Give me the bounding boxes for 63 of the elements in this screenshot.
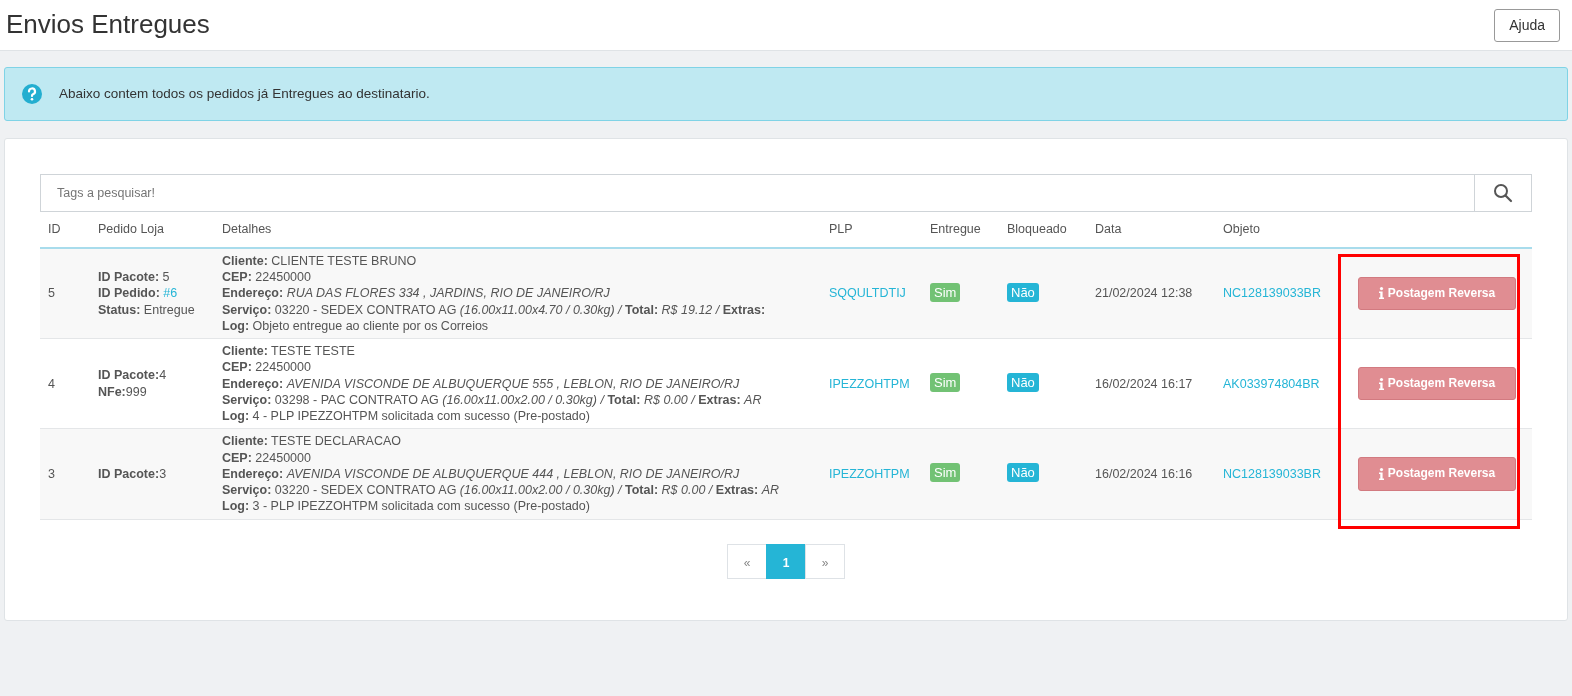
- page-link[interactable]: »: [805, 543, 845, 579]
- id-text: 3: [48, 466, 55, 481]
- date-text: 21/02/2024 12:38: [1095, 286, 1193, 301]
- detail-line: Endereço: RUA DAS FLORES 334 , JARDINS, RIO DE JANEIRO/RJ: [222, 285, 611, 302]
- info-icon: [1378, 287, 1384, 300]
- tracking-link[interactable]: NC128139033BR: [1223, 286, 1321, 301]
- column-header: Objeto: [1223, 222, 1260, 236]
- order-line: ID Pedido: #6: [98, 285, 179, 302]
- detail-line: Log: 4 - PLP IPEZZOHTPM solicitada com sucesso (Pre-postado): [222, 408, 591, 425]
- reverse-shipping-button[interactable]: Postagem Reversa: [1357, 366, 1517, 401]
- detail-line: Cliente: CLIENTE TESTE BRUNO: [222, 252, 418, 269]
- detail-line: Serviço: 03298 - PAC CONTRATO AG (16.00x11.00x2.00 / 0.30kg) / Total: R$ 0.00 / Extras: AR: [222, 391, 763, 408]
- order-line: NFe:999: [98, 383, 148, 400]
- column-header: Bloqueado: [1007, 222, 1067, 236]
- column-header: PLP: [829, 222, 853, 236]
- delivered-badge: Sim: [930, 373, 961, 393]
- detail-line: CEP: 22450000: [222, 449, 312, 466]
- column-header: Detalhes: [222, 222, 272, 236]
- reverse-shipping-button[interactable]: Postagem Reversa: [1357, 276, 1517, 311]
- plp-link[interactable]: IPEZZOHTPM: [829, 466, 910, 481]
- plp-link[interactable]: IPEZZOHTPM: [829, 376, 910, 391]
- detail-line: Log: Objeto entregue ao cliente por os Correios: [222, 317, 490, 334]
- date-text: 16/02/2024 16:17: [1095, 376, 1193, 391]
- question-icon: [21, 83, 43, 105]
- info-icon: [1378, 467, 1384, 480]
- info-icon: [1378, 377, 1384, 390]
- order-line: Status: Entregue: [98, 301, 196, 318]
- reverse-shipping-button[interactable]: Postagem Reversa: [1357, 457, 1517, 491]
- delivered-badge: Sim: [930, 282, 961, 302]
- order-line: ID Pacote:3: [98, 465, 168, 482]
- date-text: 16/02/2024 16:16: [1095, 466, 1193, 481]
- order-line: ID Pacote: 5: [98, 269, 171, 286]
- tracking-link[interactable]: AK033974804BR: [1223, 376, 1320, 391]
- detail-line: Serviço: 03220 - SEDEX CONTRATO AG (16.00x11.00x4.70 / 0.30kg) / Total: R$ 19.12 / Extras:: [222, 301, 767, 318]
- search-button[interactable]: [1475, 174, 1532, 212]
- info-message: Abaixo contem todos os pedidos já Entregues ao destinatario.: [59, 84, 430, 103]
- detail-line: Serviço: 03220 - SEDEX CONTRATO AG (16.00x11.00x2.00 / 0.30kg) / Total: R$ 0.00 / Extras: AR: [222, 482, 781, 499]
- column-header: Pedido Loja: [98, 222, 165, 236]
- detail-line: CEP: 22450000: [222, 269, 312, 286]
- order-line: ID Pacote:4: [98, 367, 168, 384]
- column-header: ID: [48, 222, 61, 236]
- page-title: Envios Entregues: [6, 9, 210, 41]
- search-icon: [1493, 183, 1513, 203]
- detail-line: CEP: 22450000: [222, 359, 312, 376]
- detail-line: Cliente: TESTE TESTE: [222, 343, 356, 360]
- id-text: 5: [48, 286, 55, 301]
- plp-link[interactable]: SQQULTDTIJ: [829, 286, 906, 301]
- detail-line: Endereço: AVENIDA VISCONDE DE ALBUQUERQUE 555 , LEBLON, RIO DE JANEIRO/RJ: [222, 375, 741, 392]
- detail-line: Endereço: AVENIDA VISCONDE DE ALBUQUERQUE 444 , LEBLON, RIO DE JANEIRO/RJ: [222, 465, 741, 482]
- page-link[interactable]: 1: [766, 543, 806, 579]
- blocked-badge: Não: [1007, 463, 1039, 483]
- id-text: 4: [48, 376, 55, 391]
- blocked-badge: Não: [1007, 373, 1039, 393]
- detail-line: Cliente: TESTE DECLARACAO: [222, 433, 402, 450]
- search-field[interactable]: Tags a pesquisar!: [40, 174, 1475, 212]
- column-header: Entregue: [930, 222, 981, 236]
- delivered-badge: Sim: [930, 463, 961, 483]
- help-button[interactable]: Ajuda: [1494, 8, 1560, 42]
- tracking-link[interactable]: NC128139033BR: [1223, 466, 1321, 481]
- column-header: Data: [1095, 222, 1122, 236]
- order-link[interactable]: #6: [159, 286, 178, 301]
- detail-line: Log: 3 - PLP IPEZZOHTPM solicitada com sucesso (Pre-postado): [222, 498, 591, 515]
- blocked-badge: Não: [1007, 282, 1039, 302]
